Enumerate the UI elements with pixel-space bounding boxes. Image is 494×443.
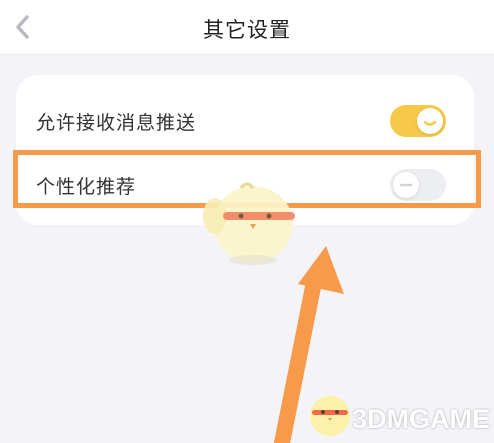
logo-mascot-icon	[310, 396, 350, 436]
watermark-text: 3DMGAME	[352, 404, 491, 434]
mascot-watermark-icon	[203, 182, 295, 265]
